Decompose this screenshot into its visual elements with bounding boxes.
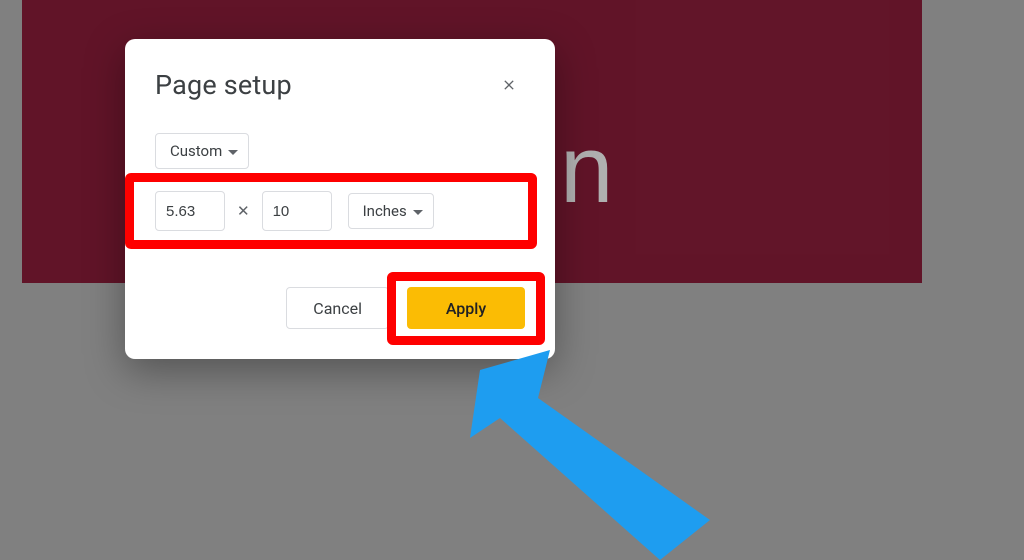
preset-dropdown[interactable]: Custom [155, 133, 249, 169]
cancel-button[interactable]: Cancel [286, 287, 389, 329]
dialog-button-row: Cancel Apply [155, 287, 525, 329]
close-button[interactable] [493, 69, 525, 101]
page-setup-dialog: Page setup Custom ✕ Inches Cancel Apply [125, 39, 555, 359]
apply-button[interactable]: Apply [407, 287, 525, 329]
unit-dropdown-label: Inches [363, 202, 407, 220]
dialog-header: Page setup [155, 69, 525, 101]
dialog-title: Page setup [155, 69, 292, 101]
preset-dropdown-label: Custom [170, 142, 222, 160]
caret-down-icon [413, 210, 423, 215]
width-input[interactable] [155, 191, 225, 231]
close-icon [501, 77, 517, 93]
unit-dropdown[interactable]: Inches [348, 193, 434, 229]
dimensions-row: ✕ Inches [155, 191, 525, 231]
background-text: n [560, 115, 613, 225]
caret-down-icon [228, 150, 238, 155]
times-separator-icon: ✕ [235, 202, 252, 220]
height-input[interactable] [262, 191, 332, 231]
